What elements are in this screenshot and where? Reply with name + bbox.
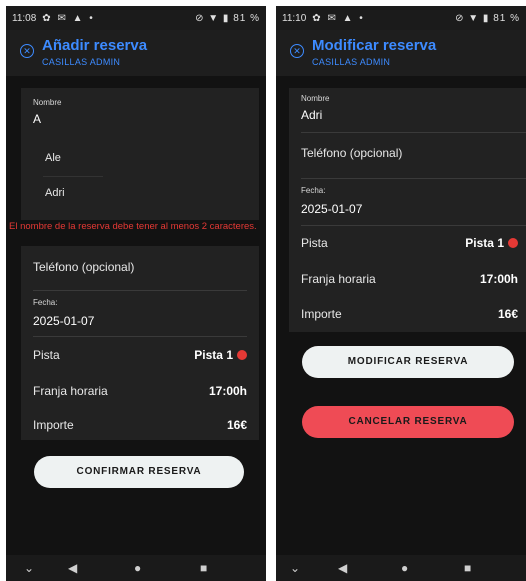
court-label: Pista	[301, 236, 328, 250]
suggestion-item[interactable]: Adri	[45, 187, 65, 199]
page-subtitle: CASILLAS ADMIN	[312, 57, 391, 67]
recents-icon[interactable]: ■	[200, 561, 207, 575]
home-icon[interactable]: ●	[401, 561, 408, 575]
details-card: Teléfono (opcional) Fecha: 2025-01-07 Pi…	[21, 246, 259, 440]
system-nav-bar: ⌄ ◀ ● ■	[6, 555, 266, 581]
time-slot-label: Franja horaria	[301, 272, 376, 286]
time-slot-value[interactable]: 17:00h	[480, 272, 518, 286]
notification-icons: ✿ ✉ ▲ •	[312, 12, 365, 24]
status-bar: 11:08 ✿ ✉ ▲ • ⊘ ▼ ▮ 81 %	[6, 6, 266, 30]
divider	[301, 225, 526, 226]
details-card: Nombre Adri Teléfono (opcional) Fecha: 2…	[289, 88, 526, 332]
divider	[33, 290, 247, 291]
divider	[33, 336, 247, 337]
amount-label: Importe	[301, 307, 342, 321]
court-value: Pista 1	[194, 348, 233, 362]
cancel-reservation-button[interactable]: CANCELAR RESERVA	[302, 406, 514, 438]
name-input[interactable]: Adri	[301, 108, 322, 122]
page-title: Añadir reserva	[42, 37, 148, 54]
system-nav-bar: ⌄ ◀ ● ■	[276, 555, 526, 581]
page-title: Modificar reserva	[312, 37, 437, 54]
name-field-card: Nombre A Ale Adri	[21, 88, 259, 220]
page-subtitle: CASILLAS ADMIN	[42, 57, 121, 67]
date-label: Fecha:	[33, 298, 58, 307]
recents-icon[interactable]: ■	[464, 561, 471, 575]
phone-input[interactable]: Teléfono (opcional)	[33, 260, 134, 274]
date-input[interactable]: 2025-01-07	[33, 314, 94, 328]
name-label: Nombre	[301, 94, 330, 103]
status-time: 11:08	[12, 12, 37, 24]
back-icon[interactable]: ◀	[338, 561, 347, 575]
system-icons: ⊘ ▼ ▮ 81 %	[455, 12, 520, 24]
name-error-message: El nombre de la reserva debe tener al me…	[9, 221, 257, 232]
divider	[301, 178, 526, 179]
add-reservation-screen: 11:08 ✿ ✉ ▲ • ⊘ ▼ ▮ 81 % ✕ Añadir reserv…	[6, 6, 266, 581]
close-icon[interactable]: ✕	[290, 44, 304, 58]
chevron-down-icon[interactable]: ⌄	[24, 561, 34, 575]
court-label: Pista	[33, 348, 60, 362]
status-bar: 11:10 ✿ ✉ ▲ • ⊘ ▼ ▮ 81 %	[276, 6, 526, 30]
red-dot-icon	[237, 350, 247, 360]
back-icon[interactable]: ◀	[68, 561, 77, 575]
modify-reservation-screen: 11:10 ✿ ✉ ▲ • ⊘ ▼ ▮ 81 % ✕ Modificar res…	[276, 6, 526, 581]
red-dot-icon	[508, 238, 518, 248]
close-icon[interactable]: ✕	[20, 44, 34, 58]
status-time: 11:10	[282, 12, 307, 24]
chevron-down-icon[interactable]: ⌄	[290, 561, 300, 575]
app-bar: ✕ Añadir reserva CASILLAS ADMIN	[6, 30, 266, 76]
amount-value: 16€	[226, 418, 247, 432]
app-bar: ✕ Modificar reserva CASILLAS ADMIN	[276, 30, 526, 76]
date-label: Fecha:	[301, 186, 326, 195]
court-selector[interactable]: Pista 1	[465, 236, 518, 250]
date-input[interactable]: 2025-01-07	[301, 202, 362, 216]
time-slot-value[interactable]: 17:00h	[209, 384, 247, 398]
divider	[43, 176, 103, 177]
amount-value: 16€	[497, 307, 518, 321]
name-input[interactable]: A	[33, 112, 41, 126]
court-value: Pista 1	[465, 236, 504, 250]
home-icon[interactable]: ●	[134, 561, 141, 575]
amount-label: Importe	[33, 418, 74, 432]
court-selector[interactable]: Pista 1	[194, 348, 247, 362]
confirm-reservation-button[interactable]: CONFIRMAR RESERVA	[34, 456, 244, 488]
time-slot-label: Franja horaria	[33, 384, 108, 398]
system-icons: ⊘ ▼ ▮ 81 %	[195, 12, 260, 24]
notification-icons: ✿ ✉ ▲ •	[42, 12, 95, 24]
name-label: Nombre	[33, 98, 62, 107]
phone-input[interactable]: Teléfono (opcional)	[301, 146, 402, 160]
modify-reservation-button[interactable]: MODIFICAR RESERVA	[302, 346, 514, 378]
divider	[301, 132, 526, 133]
suggestion-item[interactable]: Ale	[45, 152, 61, 164]
